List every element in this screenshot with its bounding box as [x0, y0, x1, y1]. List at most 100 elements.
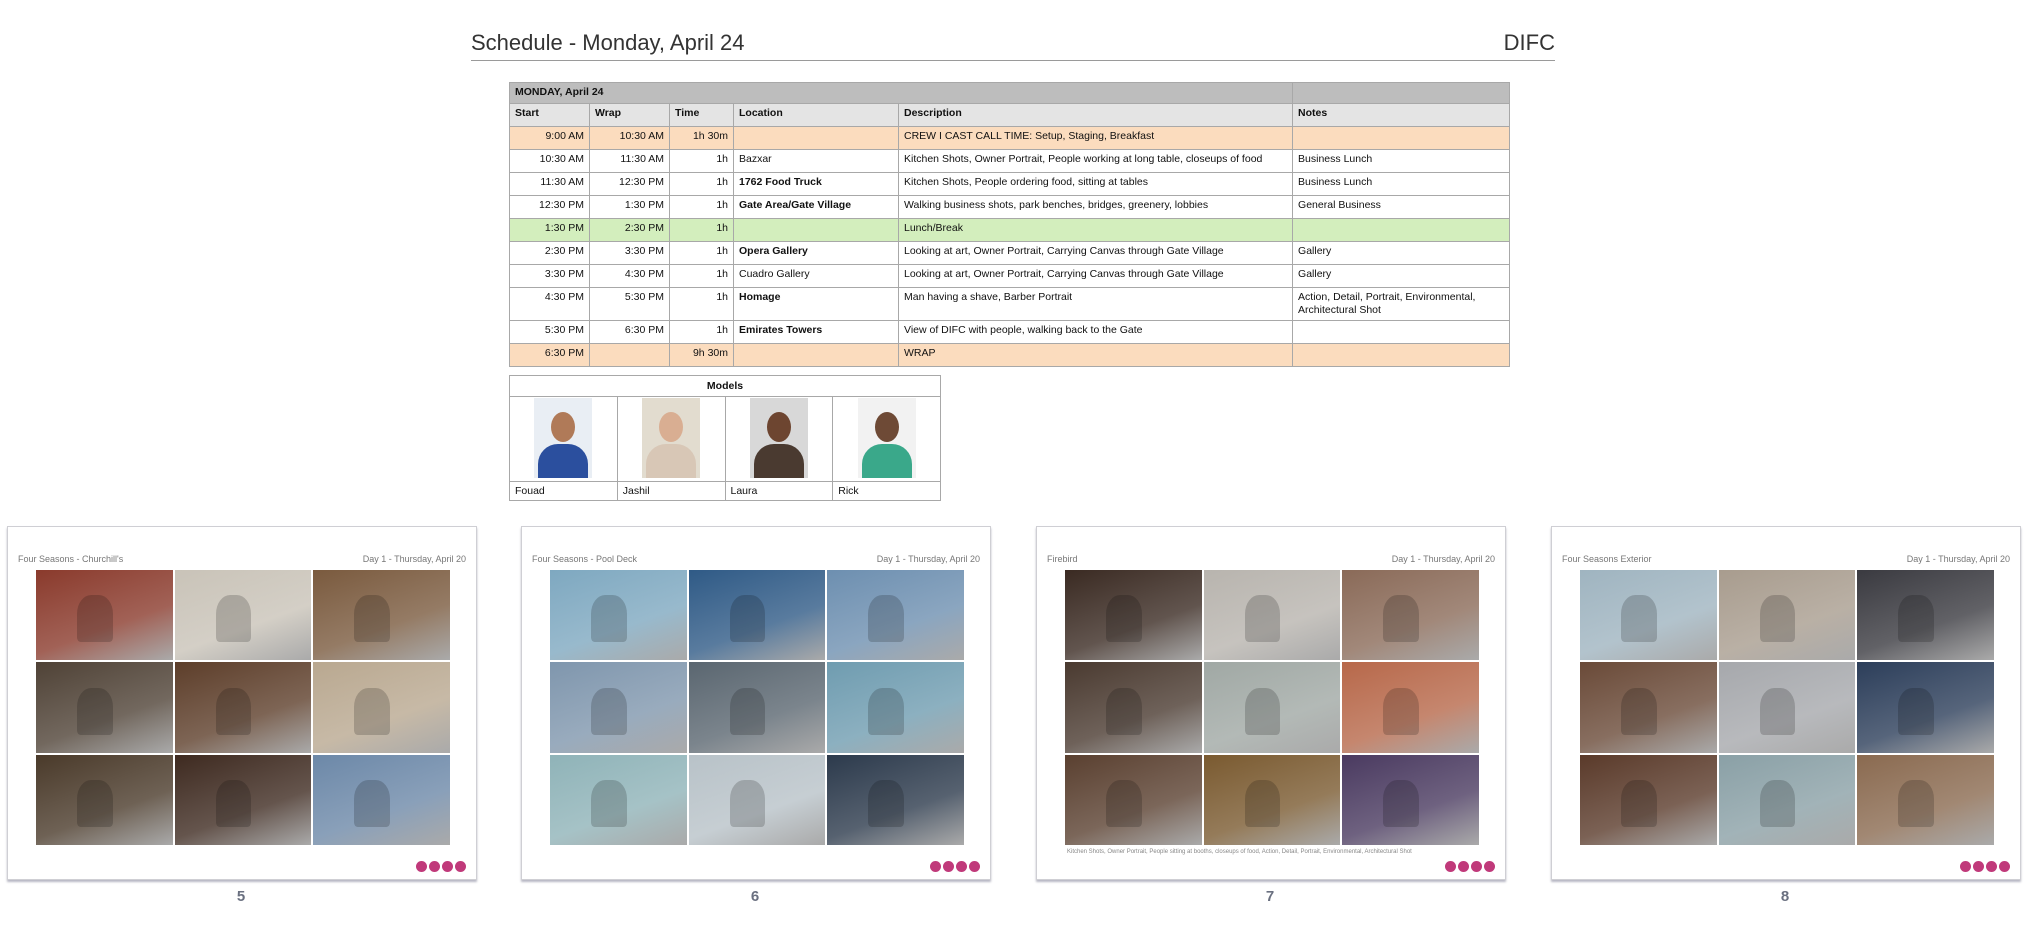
cell-time: 1h [669, 195, 734, 219]
cell-start: 3:30 PM [509, 264, 590, 288]
slide-title: Four Seasons Exterior [1562, 554, 1652, 564]
slide-thumbnail[interactable]: Firebird Day 1 - Thursday, April 20 Kitc… [1036, 526, 1506, 880]
site-label: DIFC [1503, 30, 1555, 55]
slide-title: Firebird [1047, 554, 1078, 564]
cell-location: Homage [733, 287, 899, 321]
photo-tile [688, 754, 826, 845]
cell-location: Cuadro Gallery [733, 264, 899, 288]
photo-tile [688, 570, 826, 661]
photo-tile [1718, 754, 1856, 845]
model-photo[interactable] [857, 397, 916, 478]
cell-location: 1762 Food Truck [733, 172, 899, 196]
photo-tile [1857, 570, 1994, 661]
cell-location: Bazxar [733, 149, 899, 173]
model-photo[interactable] [534, 397, 593, 478]
table-row: 11:30 AM 12:30 PM 1h 1762 Food Truck Kit… [509, 172, 1511, 196]
cell-description: View of DIFC with people, walking back t… [897, 320, 1294, 344]
photo-tile [1580, 570, 1717, 661]
photo-tile [1065, 662, 1202, 753]
table-row: 3:30 PM 4:30 PM 1h Cuadro Gallery Lookin… [509, 264, 1511, 288]
photo-tile [1342, 754, 1479, 845]
cell-wrap: 6:30 PM [589, 320, 670, 344]
cell-wrap: 5:30 PM [589, 287, 670, 321]
col-location: Location [733, 103, 899, 127]
photo-tile [1203, 570, 1341, 661]
cell-location [733, 343, 899, 367]
cell-location: Gate Area/Gate Village [733, 195, 899, 219]
slide-thumbnail[interactable]: Four Seasons - Pool Deck Day 1 - Thursda… [521, 526, 991, 880]
col-notes: Notes [1292, 103, 1511, 127]
page-title: Schedule - Monday, April 24 [471, 30, 745, 55]
brand-logo-icon [930, 861, 980, 872]
col-description: Description [897, 103, 1294, 127]
slide-date: Day 1 - Thursday, April 20 [1906, 554, 2010, 564]
cell-description: CREW I CAST CALL TIME: Setup, Staging, B… [897, 126, 1294, 150]
cell-start: 9:00 AM [509, 126, 590, 150]
cell-notes: Action, Detail, Portrait, Environmental,… [1292, 287, 1511, 321]
photo-tile [1857, 662, 1994, 753]
photo-grid [36, 570, 450, 845]
table-row: 4:30 PM 5:30 PM 1h Homage Man having a s… [509, 287, 1511, 321]
cell-start: 2:30 PM [509, 241, 590, 265]
table-row: 5:30 PM 6:30 PM 1h Emirates Towers View … [509, 320, 1511, 344]
photo-tile [36, 570, 173, 661]
slide-thumbnail[interactable]: Four Seasons - Churchill's Day 1 - Thurs… [7, 526, 477, 880]
cell-notes: Gallery [1292, 241, 1511, 265]
model-name: Laura [724, 481, 834, 501]
cell-time: 1h [669, 320, 734, 344]
photo-tile [1342, 570, 1479, 661]
model-photo-cell [616, 396, 726, 482]
schedule-table: MONDAY, April 24 Start Wrap Time Locatio… [508, 82, 1511, 367]
model-name: Rick [832, 481, 941, 501]
slide-thumbnail[interactable]: Four Seasons Exterior Day 1 - Thursday, … [1551, 526, 2021, 880]
page-number: 6 [750, 888, 760, 905]
cell-start: 11:30 AM [509, 172, 590, 196]
cell-time: 1h [669, 241, 734, 265]
photo-tile [1065, 754, 1202, 845]
table-row: 1:30 PM 2:30 PM 1h Lunch/Break [509, 218, 1511, 242]
cell-notes [1292, 320, 1511, 344]
table-row: 9:00 AM 10:30 AM 1h 30m CREW I CAST CALL… [509, 126, 1511, 150]
photo-tile [1718, 662, 1856, 753]
cell-notes [1292, 126, 1511, 150]
model-photo[interactable] [642, 397, 701, 478]
slide-title: Four Seasons - Pool Deck [532, 554, 638, 564]
brand-logo-icon [1960, 861, 2010, 872]
photo-tile [688, 662, 826, 753]
photo-tile [1580, 754, 1717, 845]
photo-tile [36, 662, 173, 753]
cell-time: 9h 30m [669, 343, 734, 367]
cell-time: 1h [669, 287, 734, 321]
cell-wrap [589, 343, 670, 367]
cell-notes [1292, 218, 1511, 242]
model-name: Fouad [509, 481, 618, 501]
day-label-spacer [1292, 82, 1511, 104]
cell-description: Kitchen Shots, People ordering food, sit… [897, 172, 1294, 196]
cell-wrap: 1:30 PM [589, 195, 670, 219]
col-start: Start [509, 103, 590, 127]
cell-notes: Business Lunch [1292, 172, 1511, 196]
cell-time: 1h [669, 264, 734, 288]
slide-title: Four Seasons - Churchill's [18, 554, 124, 564]
table-row: 2:30 PM 3:30 PM 1h Opera Gallery Looking… [509, 241, 1511, 265]
cell-wrap: 12:30 PM [589, 172, 670, 196]
photo-grid [1580, 570, 1994, 845]
model-photo-cell [832, 396, 941, 482]
cell-description: Kitchen Shots, Owner Portrait, People wo… [897, 149, 1294, 173]
page-number: 5 [236, 888, 246, 905]
photo-tile [1718, 570, 1856, 661]
day-label: MONDAY, April 24 [508, 82, 1294, 104]
cell-location [733, 126, 899, 150]
photo-tile [1580, 662, 1717, 753]
cell-wrap: 10:30 AM [589, 126, 670, 150]
table-row: 6:30 PM 9h 30m WRAP [509, 343, 1511, 367]
cell-notes [1292, 343, 1511, 367]
slide-date: Day 1 - Thursday, April 20 [362, 554, 466, 564]
brand-logo-icon [416, 861, 466, 872]
cell-start: 6:30 PM [509, 343, 590, 367]
model-photo[interactable] [749, 397, 808, 478]
photo-tile [1857, 754, 1994, 845]
photo-tile [36, 754, 173, 845]
photo-tile [827, 662, 964, 753]
photo-tile [313, 662, 450, 753]
